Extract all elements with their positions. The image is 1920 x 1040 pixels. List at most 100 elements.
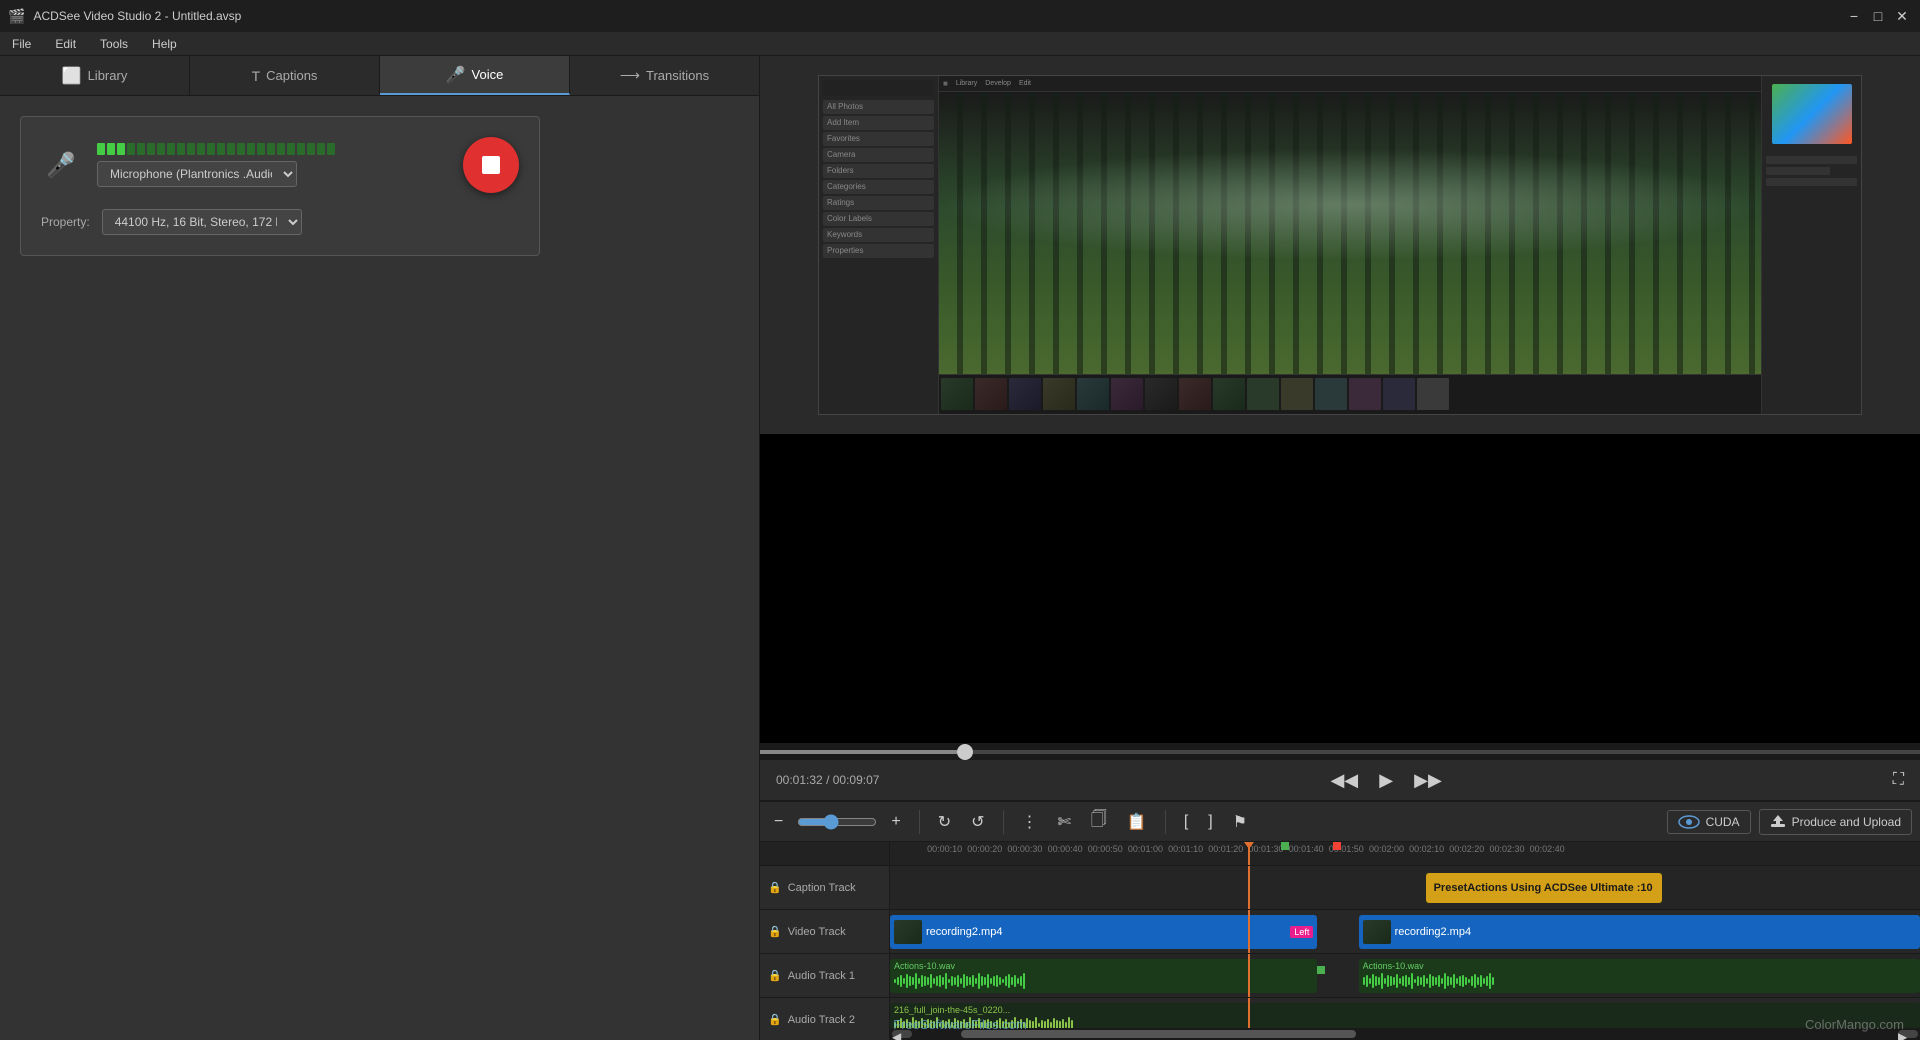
- upload-icon: [1770, 814, 1786, 830]
- audio-clip-1[interactable]: Actions-10.wav: [890, 959, 1317, 993]
- mark-out-button[interactable]: ]: [1202, 809, 1218, 835]
- forest-image: [939, 92, 1761, 374]
- scroll-left-arrow[interactable]: ◀: [892, 1030, 912, 1038]
- copy-button[interactable]: 🗍: [1085, 804, 1113, 839]
- mini-sidebar-item-9: Color Labels: [823, 212, 934, 226]
- audio2-label: 216_full_join-the-45s_0220...: [894, 1005, 1916, 1015]
- tab-captions-label: Captions: [266, 68, 317, 83]
- cuda-button[interactable]: CUDA: [1667, 810, 1751, 834]
- menu-edit[interactable]: Edit: [51, 35, 80, 53]
- voice-icon: 🎤: [446, 65, 466, 85]
- step-forward-button[interactable]: ▶▶: [1410, 766, 1446, 795]
- tab-voice[interactable]: 🎤 Voice: [380, 56, 570, 95]
- timeline-ruler: 00:00:10 00:00:20 00:00:30 00:00:40 00:0…: [890, 842, 1920, 866]
- audio2-clip-1[interactable]: 216_full_join-the-45s_0220...: [890, 1003, 1920, 1028]
- preview-bottom: [760, 434, 1920, 743]
- level-bar-1: [97, 143, 105, 155]
- record-btn-wrap: [463, 137, 519, 193]
- minimize-button[interactable]: −: [1844, 6, 1864, 26]
- audio2-playhead: [1248, 998, 1250, 1028]
- video-clip-2-label: recording2.mp4: [1395, 926, 1471, 938]
- undo-button[interactable]: ↻: [932, 808, 957, 836]
- level-bar-10: [187, 143, 195, 155]
- captions-icon: T: [252, 68, 261, 84]
- bookmark-button[interactable]: ⚑: [1227, 808, 1253, 836]
- caption-segment[interactable]: PresetActions Using ACDSee Ultimate :10: [1426, 873, 1663, 903]
- audio-2-label: Actions-10.wav: [1363, 961, 1916, 971]
- preview-area: All Photos Add Item Favorites Camera Fol…: [760, 56, 1920, 800]
- preview-screenshot: All Photos Add Item Favorites Camera Fol…: [760, 56, 1920, 434]
- fullscreen-button[interactable]: ⛶: [1893, 771, 1904, 789]
- toolbar-separator-1: [919, 810, 920, 834]
- redo-button[interactable]: ↺: [965, 808, 990, 836]
- level-bar-13: [217, 143, 225, 155]
- tab-captions[interactable]: T Captions: [190, 56, 380, 95]
- add-button[interactable]: +: [885, 809, 906, 835]
- level-bar-16: [247, 143, 255, 155]
- total-time: 00:09:07: [833, 773, 880, 787]
- audio-track-1-name: Audio Track 1: [788, 970, 855, 982]
- play-button[interactable]: ▶: [1370, 764, 1402, 796]
- audio-1-label: Actions-10.wav: [894, 961, 1313, 971]
- tab-library-label: Library: [88, 68, 128, 83]
- maximize-button[interactable]: □: [1868, 6, 1888, 26]
- playback-bar: 00:01:32 / 00:09:07 ◀◀ ▶ ▶▶ ⛶: [760, 743, 1920, 800]
- paste-button[interactable]: 📋: [1121, 808, 1153, 836]
- audio-track-2-name: Audio Track 2: [788, 1014, 855, 1026]
- mark-in-button[interactable]: [: [1178, 809, 1194, 835]
- level-meter: [97, 143, 335, 155]
- tab-transitions[interactable]: ⟶ Transitions: [570, 56, 759, 95]
- scroll-right-arrow[interactable]: ▶: [1898, 1030, 1918, 1038]
- mini-sidebar-item-2: All Photos: [823, 100, 934, 114]
- progress-track: [760, 750, 1920, 754]
- zoom-slider[interactable]: [797, 814, 877, 830]
- thumb-11: [1281, 378, 1313, 410]
- cut-button[interactable]: ✄: [1052, 808, 1077, 836]
- audio-track-2-row: 216_full_join-the-45s_0220...: [890, 998, 1920, 1028]
- video-clip-1[interactable]: recording2.mp4 Left: [890, 915, 1317, 949]
- thumb-8: [1179, 378, 1211, 410]
- waveform-2: [1363, 971, 1916, 991]
- split-button[interactable]: ⋮: [1016, 808, 1044, 836]
- thumb-4: [1043, 378, 1075, 410]
- main-layout: ⬜ Library T Captions 🎤 Voice ⟶ Transitio…: [0, 56, 1920, 1040]
- level-bar-18: [267, 143, 275, 155]
- step-back-button[interactable]: ◀◀: [1326, 766, 1362, 795]
- titlebar-controls: − □ ✕: [1844, 6, 1912, 26]
- level-bar-14: [227, 143, 235, 155]
- mic-row: 🎤: [41, 137, 519, 193]
- video-clip-2[interactable]: recording2.mp4: [1359, 915, 1920, 949]
- audio-clip-2[interactable]: Actions-10.wav: [1359, 959, 1920, 993]
- level-bar-17: [257, 143, 265, 155]
- menu-help[interactable]: Help: [148, 35, 181, 53]
- thumb-3: [1009, 378, 1041, 410]
- menu-file[interactable]: File: [8, 35, 35, 53]
- microphone-icon-wrap: 🎤: [41, 145, 81, 185]
- mini-sidebar-item-8: Ratings: [823, 196, 934, 210]
- track-rows: PresetActions Using ACDSee Ultimate :10 …: [890, 866, 1920, 1028]
- current-time: 00:01:32: [776, 773, 823, 787]
- audio-track-2-label: 🔒 Audio Track 2: [760, 998, 889, 1040]
- close-button[interactable]: ✕: [1892, 6, 1912, 26]
- scrollbar-thumb[interactable]: [961, 1030, 1355, 1038]
- microphone-dropdown[interactable]: Microphone (Plantronics .Audio 655 DSP): [97, 161, 297, 187]
- timeline-scrollbar[interactable]: ◀ ▶: [890, 1028, 1920, 1040]
- property-select[interactable]: 44100 Hz, 16 Bit, Stereo, 172 kb/s: [102, 209, 302, 235]
- menu-tools[interactable]: Tools: [96, 35, 132, 53]
- menubar: File Edit Tools Help: [0, 32, 1920, 56]
- record-stop-button[interactable]: [463, 137, 519, 193]
- tab-library[interactable]: ⬜ Library: [0, 56, 190, 95]
- remove-button[interactable]: −: [768, 809, 789, 835]
- mini-sidebar-item-4: Favorites: [823, 132, 934, 146]
- level-bar-12: [207, 143, 215, 155]
- progress-handle[interactable]: [957, 744, 973, 760]
- tab-transitions-label: Transitions: [646, 68, 709, 83]
- progress-bar[interactable]: [760, 744, 1920, 760]
- thumb-15: [1417, 378, 1449, 410]
- ruler-marks: 00:00:10 00:00:20 00:00:30 00:00:40 00:0…: [890, 842, 1920, 865]
- color-swatch: [1772, 84, 1852, 144]
- cuda-label: CUDA: [1706, 815, 1740, 829]
- playback-control-buttons: ◀◀ ▶ ▶▶: [1326, 764, 1445, 796]
- video-lock-icon: 🔒: [768, 925, 782, 938]
- produce-upload-button[interactable]: Produce and Upload: [1759, 809, 1912, 835]
